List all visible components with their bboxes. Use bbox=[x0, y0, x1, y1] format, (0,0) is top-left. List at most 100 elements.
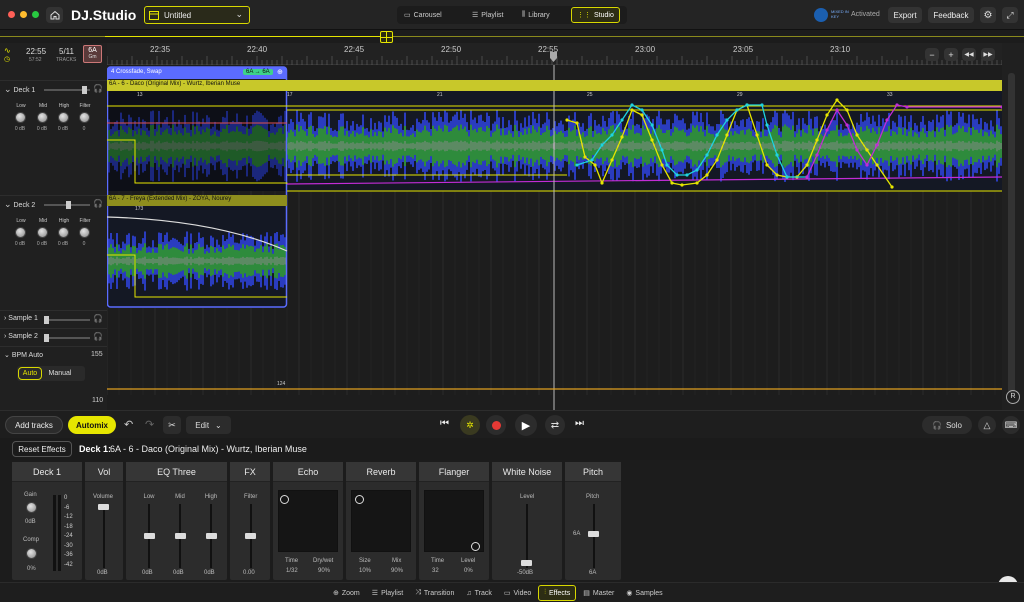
reset-effects-button[interactable]: Reset Effects bbox=[12, 441, 72, 457]
solo-button[interactable]: 🎧 Solo bbox=[922, 416, 972, 434]
track-1-header[interactable]: 6A - 6 - Daco (Original Mix) - Wurtz, Ib… bbox=[107, 80, 1002, 91]
tab-samples[interactable]: ◉ Samples bbox=[621, 585, 667, 601]
play-button[interactable]: ▶ bbox=[515, 414, 537, 436]
vertical-scroll-thumb[interactable] bbox=[1008, 73, 1015, 393]
zoom-window-button[interactable] bbox=[32, 11, 39, 18]
deck-1-expand[interactable]: ⌄ Deck 1 bbox=[4, 84, 35, 95]
eq-knob[interactable] bbox=[58, 112, 69, 123]
sync-button[interactable]: ✲ bbox=[460, 415, 480, 435]
pitch-fader[interactable] bbox=[588, 531, 599, 537]
tab-track[interactable]: ♫ Track bbox=[461, 585, 497, 601]
fullscreen-button[interactable]: ⤢ bbox=[1002, 7, 1018, 23]
comp-knob[interactable] bbox=[26, 548, 37, 559]
tab-zoom[interactable]: ⊕ Zoom bbox=[328, 585, 365, 601]
deck-1-volume-slider[interactable] bbox=[44, 86, 90, 94]
edit-dropdown[interactable]: Edit ⌄ bbox=[186, 416, 231, 434]
loop-button[interactable]: ⇄ bbox=[545, 415, 565, 435]
track-2-header[interactable]: 6A - 7 - Freya (Extended Mix) - ZOYA, No… bbox=[107, 195, 287, 206]
overview-playhead-handle[interactable] bbox=[380, 31, 393, 43]
tab-playlist[interactable]: ☰ Playlist bbox=[367, 585, 408, 601]
headphones-icon[interactable]: 🎧 bbox=[93, 199, 103, 208]
eq-knob[interactable] bbox=[58, 227, 69, 238]
undo-icon[interactable]: ↶ bbox=[124, 418, 133, 431]
close-window-button[interactable] bbox=[8, 11, 15, 18]
headphones-icon[interactable]: 🎧 bbox=[93, 84, 103, 93]
noise-level-slot bbox=[526, 504, 528, 568]
tab-master[interactable]: ▤ Master bbox=[578, 585, 619, 601]
automix-button[interactable]: Automix bbox=[68, 416, 116, 434]
echo-xy-pad[interactable] bbox=[278, 490, 338, 552]
reverb-xy-pad[interactable] bbox=[351, 490, 411, 552]
keyboard-button[interactable]: ⌨ bbox=[1002, 416, 1020, 434]
sample-2-expand[interactable]: › Sample 2 bbox=[4, 333, 38, 340]
split-button[interactable]: ✂ bbox=[163, 416, 181, 434]
rewind-button[interactable]: ◀◀ bbox=[962, 48, 976, 61]
feedback-button[interactable]: Feedback bbox=[928, 7, 974, 23]
chevron-down-icon: ⌄ bbox=[215, 420, 222, 430]
eq-knob[interactable] bbox=[15, 227, 26, 238]
volume-fader[interactable] bbox=[98, 504, 109, 510]
fast-forward-button[interactable]: ▶▶ bbox=[981, 48, 995, 61]
overview-timeline[interactable] bbox=[0, 30, 1024, 43]
next-track-icon[interactable]: ⏭ bbox=[575, 418, 584, 429]
zoom-out-button[interactable]: − bbox=[925, 48, 939, 61]
eq-knob[interactable] bbox=[37, 227, 48, 238]
home-button[interactable] bbox=[46, 7, 63, 23]
sample-2-slider[interactable] bbox=[44, 334, 90, 342]
tab-effects[interactable]: ⫶ Effects bbox=[538, 585, 577, 601]
record-button[interactable] bbox=[486, 415, 506, 435]
eq-knob[interactable] bbox=[79, 227, 90, 238]
zoom-in-button[interactable]: + bbox=[944, 48, 958, 61]
minimize-window-button[interactable] bbox=[20, 11, 27, 18]
redo-icon[interactable]: ↷ bbox=[145, 418, 154, 431]
flanger-pad-handle[interactable] bbox=[471, 542, 480, 551]
eq-band-fader[interactable] bbox=[206, 533, 217, 539]
sample-1-expand[interactable]: › Sample 1 bbox=[4, 315, 38, 322]
tab-studio[interactable]: ⋮⋮ Studio bbox=[571, 7, 620, 23]
time-ruler[interactable]: 22:35 22:40 22:45 22:50 22:55 23:00 23:05 23:10… bbox=[0, 43, 1024, 65]
effects-track-title: 6A - 6 - Daco (Original Mix) - Wurtz, Ib… bbox=[110, 444, 307, 454]
bpm-auto-expand[interactable]: ⌄ BPM Auto bbox=[4, 351, 43, 359]
echo-pad-handle[interactable] bbox=[280, 495, 289, 504]
volume-value: 0dB bbox=[97, 570, 108, 576]
metronome-button[interactable]: △ bbox=[978, 416, 996, 434]
sample-1-slider[interactable] bbox=[44, 316, 90, 324]
export-button[interactable]: Export bbox=[888, 7, 922, 23]
eq-band-fader[interactable] bbox=[175, 533, 186, 539]
previous-track-icon[interactable]: ⏮ bbox=[440, 418, 449, 429]
reverb-pad-handle[interactable] bbox=[355, 495, 364, 504]
key-badge[interactable]: 6A Gm bbox=[83, 45, 102, 63]
project-name-dropdown[interactable]: Untitled ⌄ bbox=[144, 6, 250, 24]
gain-knob[interactable] bbox=[26, 502, 37, 513]
eq-knob[interactable] bbox=[37, 112, 48, 123]
headphones-icon[interactable]: 🎧 bbox=[93, 314, 103, 323]
attribution-icon[interactable]: R bbox=[1006, 390, 1020, 404]
bar-number: 33 bbox=[887, 92, 893, 98]
master-icon: ▤ bbox=[583, 590, 590, 597]
bpm-manual-button[interactable]: Manual bbox=[45, 367, 75, 380]
deck-2-expand[interactable]: ⌄ Deck 2 bbox=[4, 199, 35, 210]
right-scrollbar[interactable]: R bbox=[1002, 43, 1024, 410]
add-tracks-button[interactable]: Add tracks bbox=[5, 416, 63, 434]
filter-fader[interactable] bbox=[245, 533, 256, 539]
bpm-min: 110 bbox=[92, 397, 104, 404]
zoom-icon[interactable]: ⊕ bbox=[277, 68, 283, 76]
tab-video[interactable]: ▭ Video bbox=[499, 585, 536, 601]
noise-level-fader[interactable] bbox=[521, 560, 532, 566]
arrangement-view[interactable]: 4 Crossfade, Swap 6A → 6A ⊕ 6A - 6 - Dac… bbox=[107, 65, 1002, 410]
eq-band-fader[interactable] bbox=[144, 533, 155, 539]
headphones-icon[interactable]: 🎧 bbox=[93, 332, 103, 341]
deck-2-volume-slider[interactable] bbox=[44, 201, 90, 209]
tab-playlist[interactable]: ☰ Playlist bbox=[467, 7, 508, 23]
tab-library[interactable]: ⫼ Library bbox=[517, 7, 555, 23]
transition-header[interactable]: 4 Crossfade, Swap 6A → 6A ⊕ bbox=[107, 67, 287, 79]
bpm-auto-button[interactable]: Auto bbox=[18, 367, 42, 380]
title-bar: DJ.Studio Untitled ⌄ ▭ Carousel ☰ Playlist… bbox=[0, 0, 1024, 30]
settings-button[interactable]: ⚙ bbox=[980, 7, 996, 23]
flanger-xy-pad[interactable] bbox=[424, 490, 484, 552]
tab-transition[interactable]: ⤨ Transition bbox=[410, 585, 459, 601]
tab-carousel[interactable]: ▭ Carousel bbox=[399, 7, 447, 23]
transition-icon: ⤨ bbox=[415, 589, 421, 596]
eq-knob[interactable] bbox=[15, 112, 26, 123]
eq-knob[interactable] bbox=[79, 112, 90, 123]
